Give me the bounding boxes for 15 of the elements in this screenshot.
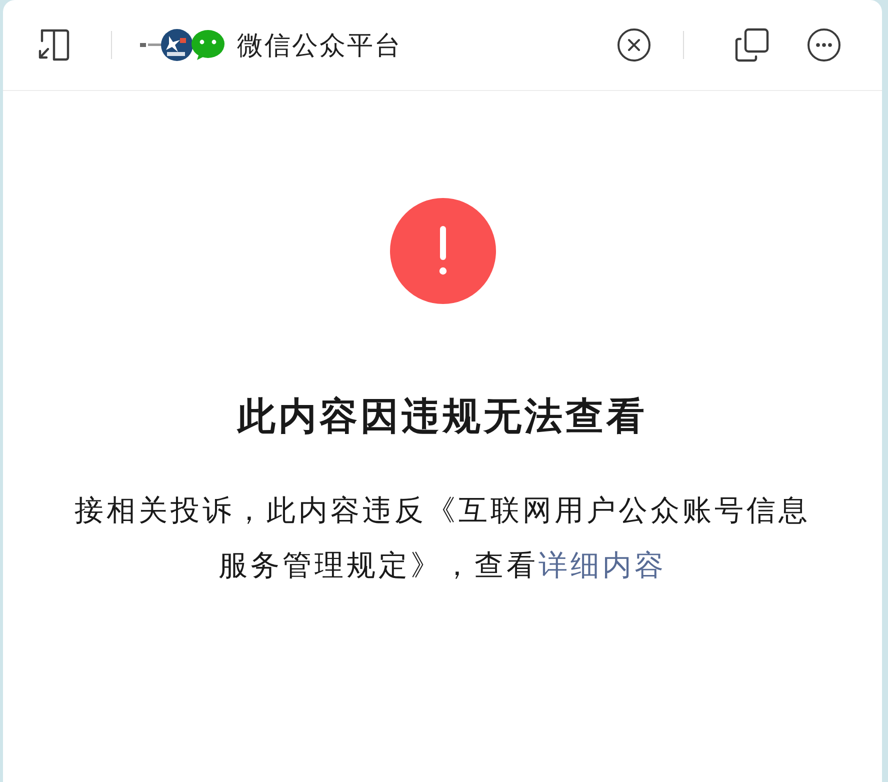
sidebar-toggle-icon — [37, 28, 71, 62]
page-title: 微信公众平台 — [237, 29, 402, 62]
notice-heading: 此内容因违规无法查看 — [238, 396, 648, 438]
close-button[interactable] — [617, 28, 651, 62]
more-button[interactable] — [807, 28, 841, 62]
more-icon — [807, 28, 841, 62]
copy-icon — [735, 28, 769, 62]
star-badge-logo-icon — [139, 28, 193, 62]
notice-message: 接相关投诉，此内容违反《互联网用户公众账号信息服务管理规定》，查看详细内容 — [74, 494, 812, 584]
sidebar-toggle-button[interactable] — [37, 28, 71, 62]
alert-icon — [390, 198, 496, 304]
copy-button[interactable] — [735, 28, 769, 62]
chat-bubble-logo-icon — [191, 29, 225, 61]
details-link[interactable]: 详细内容 — [538, 550, 666, 582]
close-icon — [617, 28, 651, 62]
